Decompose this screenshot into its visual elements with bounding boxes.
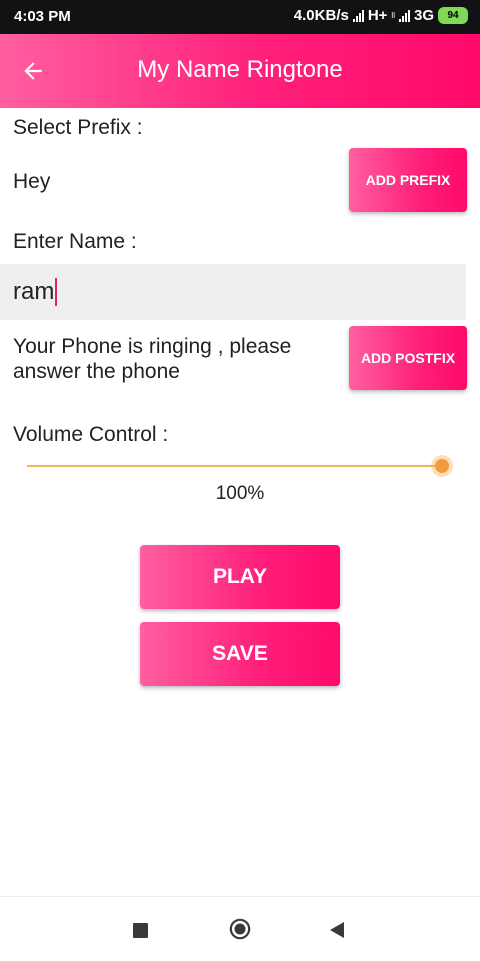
name-input[interactable]: ram <box>13 278 58 306</box>
square-recents-icon[interactable] <box>133 923 148 938</box>
name-label: Enter Name : <box>13 230 137 253</box>
app-bar: My Name Ringtone <box>0 34 480 108</box>
status-indicators: 4.0KB/s H+ ll 3G 94 <box>294 7 468 24</box>
network-type-2: 3G <box>413 7 434 24</box>
volume-slider[interactable] <box>27 455 453 477</box>
save-button[interactable]: SAVE <box>140 622 340 686</box>
signal-icon <box>352 9 364 22</box>
network-speed: 4.0KB/s <box>293 7 349 24</box>
prefix-label: Select Prefix : <box>13 116 143 139</box>
battery-icon: 94 <box>438 7 468 24</box>
play-button[interactable]: PLAY <box>140 545 340 609</box>
network-type-1-sub: ll <box>391 11 395 20</box>
network-type-1: H+ <box>367 7 388 24</box>
volume-value: 100% <box>215 483 265 504</box>
status-bar: 4:03 PM 4.0KB/s H+ ll 3G 94 <box>0 0 480 34</box>
name-input-value: ram <box>13 278 55 305</box>
volume-label: Volume Control : <box>13 423 169 446</box>
status-time: 4:03 PM <box>14 8 71 25</box>
navigation-bar <box>0 896 480 961</box>
name-input-field[interactable]: ram <box>0 264 466 320</box>
postfix-text: Your Phone is ringing , please answer th… <box>13 335 292 383</box>
volume-slider-fill <box>27 465 442 467</box>
app-title: My Name Ringtone <box>137 56 343 83</box>
volume-slider-thumb[interactable] <box>431 455 453 477</box>
circle-home-icon[interactable] <box>229 918 251 940</box>
triangle-back-icon[interactable] <box>328 921 346 939</box>
add-postfix-button[interactable]: ADD POSTFIX <box>349 326 467 390</box>
text-caret <box>55 278 58 306</box>
signal-icon-2 <box>398 9 410 22</box>
add-prefix-button[interactable]: ADD PREFIX <box>349 148 467 212</box>
prefix-value: Hey <box>13 170 51 193</box>
